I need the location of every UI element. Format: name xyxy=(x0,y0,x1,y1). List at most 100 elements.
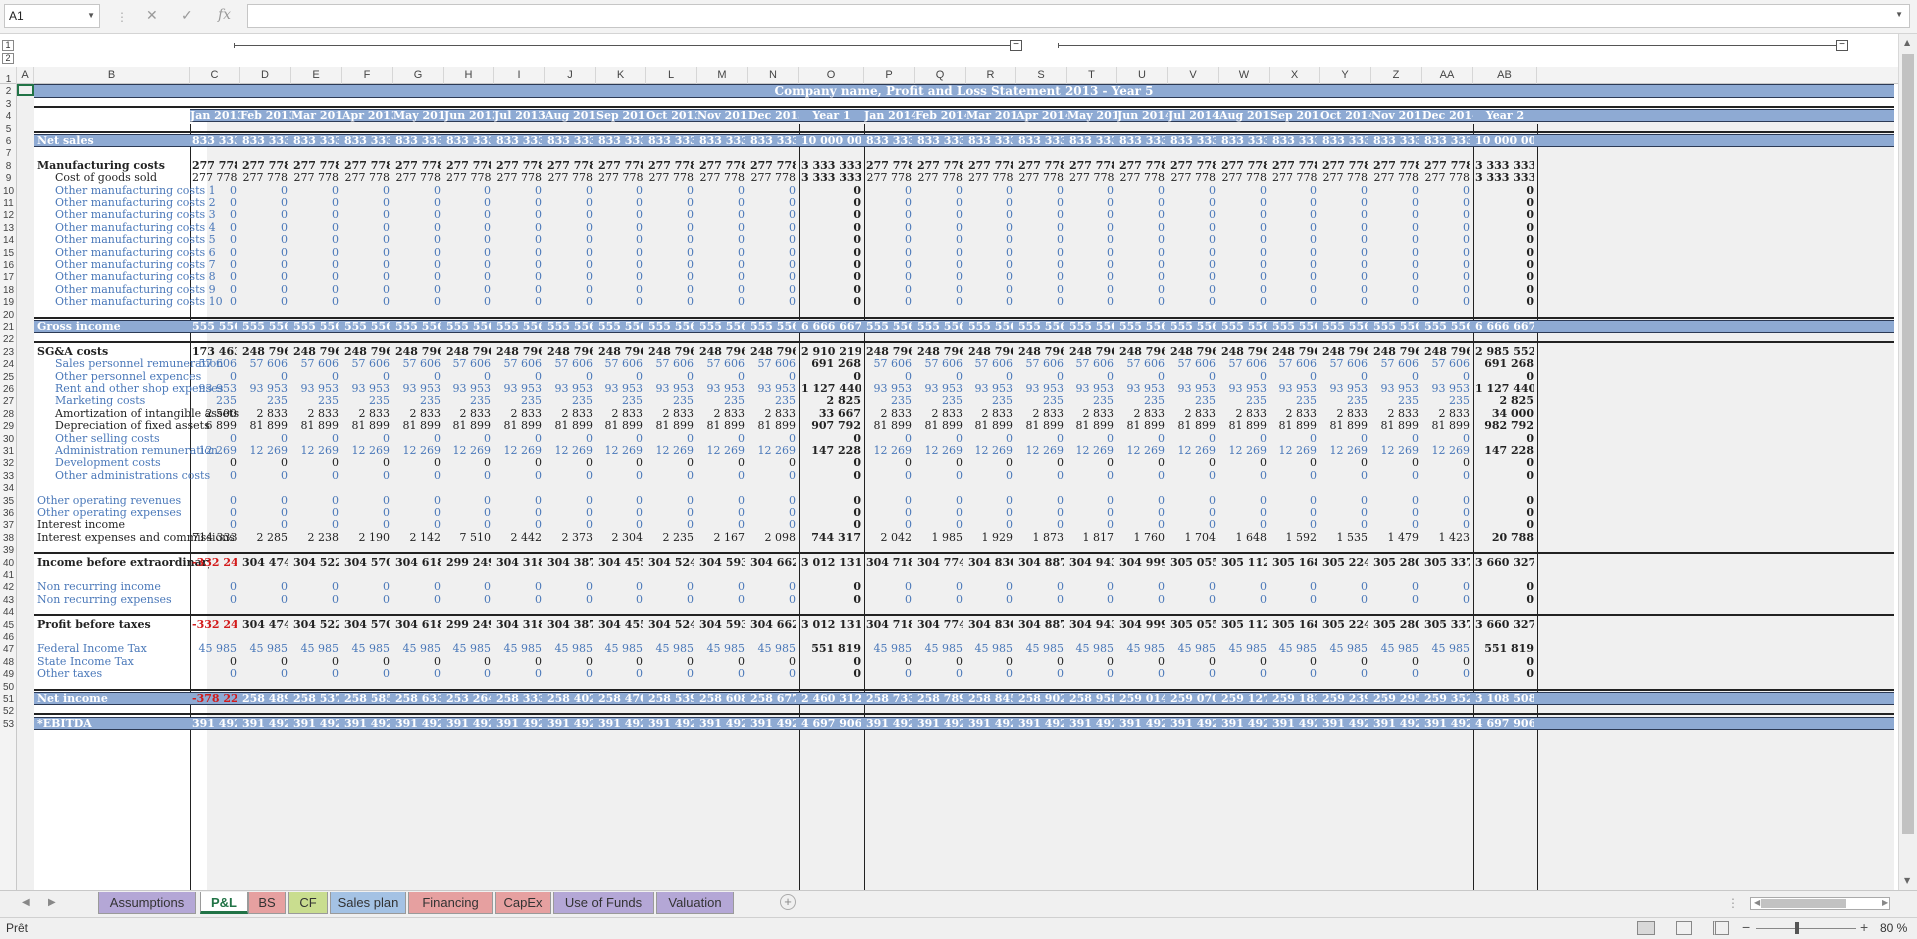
value-cell[interactable]: 833 333 xyxy=(648,133,694,148)
value-cell[interactable]: 0 xyxy=(192,294,237,309)
value-cell[interactable]: 833 333 xyxy=(1424,133,1470,148)
value-cell[interactable]: 833 333 xyxy=(1322,133,1368,148)
value-cell[interactable]: 0 xyxy=(866,592,912,607)
value-cell[interactable]: 2 042 xyxy=(866,530,913,545)
value-cell[interactable]: 555 556 xyxy=(344,319,390,334)
row-header[interactable]: 6 xyxy=(0,136,17,147)
value-cell[interactable]: 258 845 xyxy=(968,691,1013,706)
value-cell[interactable]: 305 168 xyxy=(1272,617,1317,632)
column-header-p[interactable]: P xyxy=(864,67,915,84)
value-cell[interactable]: 305 168 xyxy=(1272,555,1317,570)
value-cell[interactable]: 391 492 xyxy=(699,716,745,731)
column-header-c[interactable]: C xyxy=(190,67,240,84)
value-cell[interactable]: 0 xyxy=(547,592,593,607)
value-cell[interactable]: 0 xyxy=(496,592,542,607)
column-header-j[interactable]: J xyxy=(545,67,596,84)
column-header-i[interactable]: I xyxy=(494,67,545,84)
formula-input[interactable]: ▼ xyxy=(247,4,1910,28)
value-cell[interactable]: 258 958 xyxy=(1069,691,1114,706)
value-cell[interactable]: 833 333 xyxy=(192,133,237,148)
value-cell[interactable]: 0 xyxy=(496,666,542,681)
active-cell-a1[interactable] xyxy=(17,84,34,96)
row-header[interactable]: 31 xyxy=(0,446,17,457)
value-cell[interactable]: 305 337 xyxy=(1424,617,1470,632)
value-cell[interactable]: 555 556 xyxy=(1119,319,1165,334)
value-cell[interactable]: 3 660 327 xyxy=(1475,617,1534,632)
value-cell[interactable]: 833 333 xyxy=(1221,133,1267,148)
value-cell[interactable]: 0 xyxy=(648,294,694,309)
row-header[interactable]: 11 xyxy=(0,198,17,209)
row-header[interactable]: 35 xyxy=(0,496,17,507)
value-cell[interactable]: 259 127 xyxy=(1221,691,1267,706)
value-cell[interactable]: 7 510 xyxy=(446,530,492,545)
value-cell[interactable]: 833 333 xyxy=(547,133,593,148)
value-cell[interactable]: 1 929 xyxy=(968,530,1014,545)
value-cell[interactable]: 391 492 xyxy=(1221,716,1267,731)
value-cell[interactable]: 1 873 xyxy=(1018,530,1065,545)
value-cell[interactable]: 555 556 xyxy=(1170,319,1216,334)
value-cell[interactable]: 304 774 xyxy=(917,555,963,570)
value-cell[interactable]: 0 xyxy=(801,666,861,681)
value-cell[interactable]: 391 492 xyxy=(1018,716,1064,731)
value-cell[interactable]: 259 183 xyxy=(1272,691,1317,706)
value-cell[interactable]: 304 830 xyxy=(968,617,1013,632)
tab-sales-plan[interactable]: Sales plan xyxy=(330,892,406,914)
value-cell[interactable]: 299 249 xyxy=(446,555,491,570)
value-cell[interactable]: 0 xyxy=(344,294,390,309)
value-cell[interactable]: 10 000 000 xyxy=(801,133,861,148)
value-cell[interactable]: 0 xyxy=(496,294,542,309)
value-cell[interactable]: 0 xyxy=(446,592,491,607)
value-cell[interactable]: 0 xyxy=(1018,592,1064,607)
scroll-left-icon[interactable]: ◀ xyxy=(1754,898,1760,907)
value-cell[interactable]: 0 xyxy=(699,666,745,681)
value-cell[interactable]: 391 492 xyxy=(1170,716,1216,731)
value-cell[interactable]: 0 xyxy=(1322,294,1368,309)
value-cell[interactable]: 0 xyxy=(750,592,796,607)
value-cell[interactable]: 304 718 xyxy=(866,617,912,632)
value-cell[interactable]: 391 492 xyxy=(395,716,441,731)
value-cell[interactable]: 258 677 xyxy=(750,691,796,706)
value-cell[interactable]: 0 xyxy=(1221,592,1267,607)
value-cell[interactable]: 0 xyxy=(699,294,745,309)
value-cell[interactable]: 0 xyxy=(699,468,745,483)
value-cell[interactable]: 555 556 xyxy=(1322,319,1368,334)
value-cell[interactable]: 304 318 xyxy=(496,617,542,632)
function-icon[interactable]: fx xyxy=(218,7,231,23)
row-header[interactable]: 8 xyxy=(0,161,17,172)
value-cell[interactable]: 0 xyxy=(242,592,288,607)
value-cell[interactable]: 304 387 xyxy=(547,555,593,570)
vertical-scrollbar[interactable]: ▲ ▼ xyxy=(1898,34,1917,890)
value-cell[interactable]: 0 xyxy=(395,294,441,309)
row-header[interactable]: 42 xyxy=(0,582,17,593)
value-cell[interactable]: 4 697 906 xyxy=(1475,716,1534,731)
value-cell[interactable]: 305 055 xyxy=(1170,555,1216,570)
value-cell[interactable]: 304 318 xyxy=(496,555,542,570)
value-cell[interactable]: 555 556 xyxy=(598,319,643,334)
value-cell[interactable]: 555 556 xyxy=(496,319,542,334)
value-cell[interactable]: 2 460 312 xyxy=(801,691,861,706)
value-cell[interactable]: 391 492 xyxy=(648,716,694,731)
value-cell[interactable]: 555 556 xyxy=(866,319,912,334)
zoom-out-button[interactable]: − xyxy=(1742,919,1750,935)
row-header[interactable]: 38 xyxy=(0,533,17,544)
value-cell[interactable]: 0 xyxy=(917,592,963,607)
chevron-down-icon[interactable]: ▼ xyxy=(87,5,95,27)
value-cell[interactable]: 304 662 xyxy=(750,555,796,570)
value-cell[interactable]: 0 xyxy=(1424,592,1470,607)
row-header[interactable]: 20 xyxy=(0,310,17,321)
value-cell[interactable]: 2 285 xyxy=(242,530,289,545)
value-cell[interactable]: 259 352 xyxy=(1424,691,1470,706)
value-cell[interactable]: 0 xyxy=(801,468,861,483)
column-header-m[interactable]: M xyxy=(697,67,748,84)
value-cell[interactable]: 1 985 xyxy=(917,530,964,545)
cancel-icon[interactable]: ✕ xyxy=(146,7,158,24)
value-cell[interactable]: 304 618 xyxy=(395,555,441,570)
value-cell[interactable]: 0 xyxy=(648,592,694,607)
value-cell[interactable]: 0 xyxy=(1069,666,1114,681)
value-cell[interactable]: 0 xyxy=(1322,468,1368,483)
outline-level-1-button[interactable]: 1 xyxy=(2,40,14,51)
value-cell[interactable]: 0 xyxy=(1221,294,1267,309)
value-cell[interactable]: 304 662 xyxy=(750,617,796,632)
value-cell[interactable]: 0 xyxy=(1475,468,1534,483)
value-cell[interactable]: 304 387 xyxy=(547,617,593,632)
